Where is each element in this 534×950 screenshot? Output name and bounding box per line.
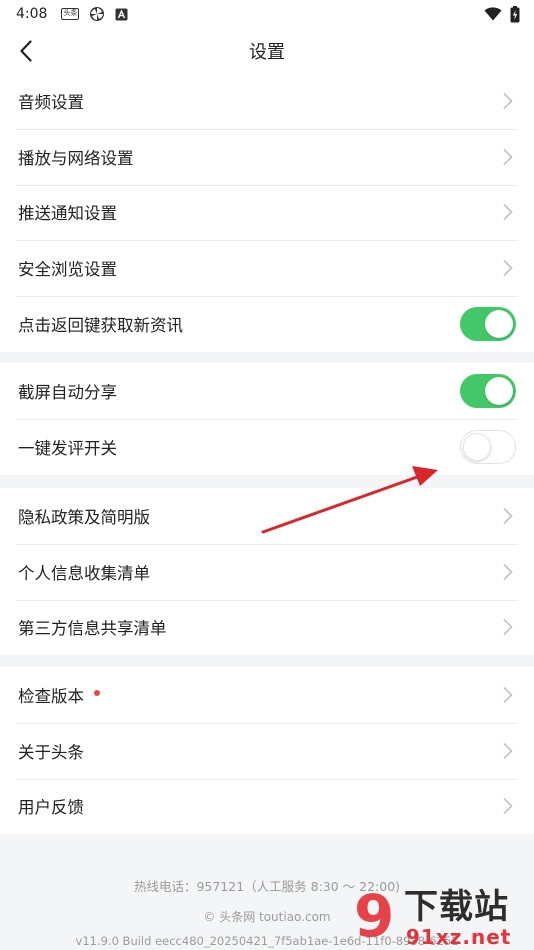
back-refresh-toggle[interactable] bbox=[460, 307, 516, 342]
chevron-right-icon bbox=[503, 204, 513, 221]
settings-group-sharing: 截屏自动分享 一键发评开关 bbox=[0, 363, 534, 475]
row-label: 个人信息收集清单 bbox=[18, 563, 150, 583]
settings-row-audio[interactable]: 音频设置 bbox=[0, 73, 534, 129]
row-label: 安全浏览设置 bbox=[18, 260, 117, 280]
chevron-right-icon bbox=[503, 148, 513, 165]
pinwheel-icon bbox=[90, 7, 105, 21]
battery-charging-icon bbox=[510, 5, 520, 22]
watermark-url: 91xz.net bbox=[406, 925, 512, 949]
chevron-right-icon bbox=[503, 563, 513, 580]
row-label: 一键发评开关 bbox=[18, 438, 117, 458]
settings-row-screenshot-share: 截屏自动分享 bbox=[0, 363, 534, 419]
settings-row-back-refresh: 点击返回键获取新资讯 bbox=[0, 296, 534, 352]
status-icons-right bbox=[484, 5, 520, 23]
row-label: 播放与网络设置 bbox=[18, 148, 134, 168]
settings-row-about[interactable]: 关于头条 bbox=[0, 722, 534, 779]
chevron-right-icon bbox=[503, 92, 513, 109]
settings-row-safe-browsing[interactable]: 安全浏览设置 bbox=[0, 240, 534, 296]
row-label: 隐私政策及简明版 bbox=[18, 507, 150, 527]
chevron-right-icon bbox=[503, 619, 513, 636]
chevron-right-icon bbox=[503, 260, 513, 277]
settings-row-privacy-policy[interactable]: 隐私政策及简明版 bbox=[0, 488, 534, 544]
title-bar: 设置 bbox=[0, 28, 534, 74]
row-label: 关于头条 bbox=[18, 742, 84, 762]
settings-screen: 4:08 头条 设置 音频设置 播放与网络设置 推送通知设置 安全浏览设置 点击… bbox=[0, 0, 534, 950]
screenshot-share-toggle[interactable] bbox=[460, 373, 516, 408]
chevron-right-icon bbox=[503, 798, 513, 815]
a-letter-icon bbox=[115, 8, 128, 20]
toggle-knob bbox=[485, 310, 513, 339]
settings-row-personal-info-list[interactable]: 个人信息收集清单 bbox=[0, 543, 534, 600]
row-label: 点击返回键获取新资讯 bbox=[18, 316, 183, 336]
row-label: 音频设置 bbox=[18, 92, 84, 112]
chevron-right-icon bbox=[503, 742, 513, 759]
watermark-mark: 9 bbox=[354, 882, 395, 950]
chevron-right-icon bbox=[503, 686, 513, 703]
back-button[interactable] bbox=[12, 36, 40, 66]
settings-group-privacy: 隐私政策及简明版 个人信息收集清单 第三方信息共享清单 bbox=[0, 488, 534, 656]
settings-row-check-version[interactable]: 检查版本 bbox=[0, 667, 534, 723]
settings-row-third-party-sharing[interactable]: 第三方信息共享清单 bbox=[0, 599, 534, 656]
row-label: 推送通知设置 bbox=[18, 204, 117, 224]
settings-row-feedback[interactable]: 用户反馈 bbox=[0, 778, 534, 835]
toggle-knob bbox=[463, 432, 491, 461]
settings-row-push-notifications[interactable]: 推送通知设置 bbox=[0, 184, 534, 241]
one-tap-comment-toggle[interactable] bbox=[460, 429, 516, 464]
chevron-left-icon bbox=[20, 40, 32, 62]
app-badge-icon: 头条 bbox=[61, 8, 80, 20]
watermark-logo: 9 下载站 91xz.net bbox=[354, 886, 534, 950]
update-red-dot bbox=[94, 689, 100, 696]
page-title: 设置 bbox=[249, 42, 285, 63]
settings-row-one-tap-comment: 一键发评开关 bbox=[0, 418, 534, 475]
row-label: 用户反馈 bbox=[18, 798, 84, 818]
wifi-icon bbox=[484, 7, 502, 21]
settings-group-about: 检查版本 关于头条 用户反馈 bbox=[0, 667, 534, 835]
row-label: 第三方信息共享清单 bbox=[18, 619, 167, 639]
toggle-knob bbox=[485, 376, 513, 405]
settings-group-general: 音频设置 播放与网络设置 推送通知设置 安全浏览设置 点击返回键获取新资讯 bbox=[0, 73, 534, 352]
row-label: 截屏自动分享 bbox=[18, 382, 117, 402]
status-bar: 4:08 头条 bbox=[0, 0, 534, 28]
settings-row-playback-network[interactable]: 播放与网络设置 bbox=[0, 128, 534, 185]
row-label: 检查版本 bbox=[18, 686, 84, 706]
watermark-title: 下载站 bbox=[404, 887, 509, 927]
status-icons-left: 头条 bbox=[61, 6, 128, 22]
chevron-right-icon bbox=[503, 507, 513, 524]
status-time: 4:08 bbox=[16, 6, 48, 22]
